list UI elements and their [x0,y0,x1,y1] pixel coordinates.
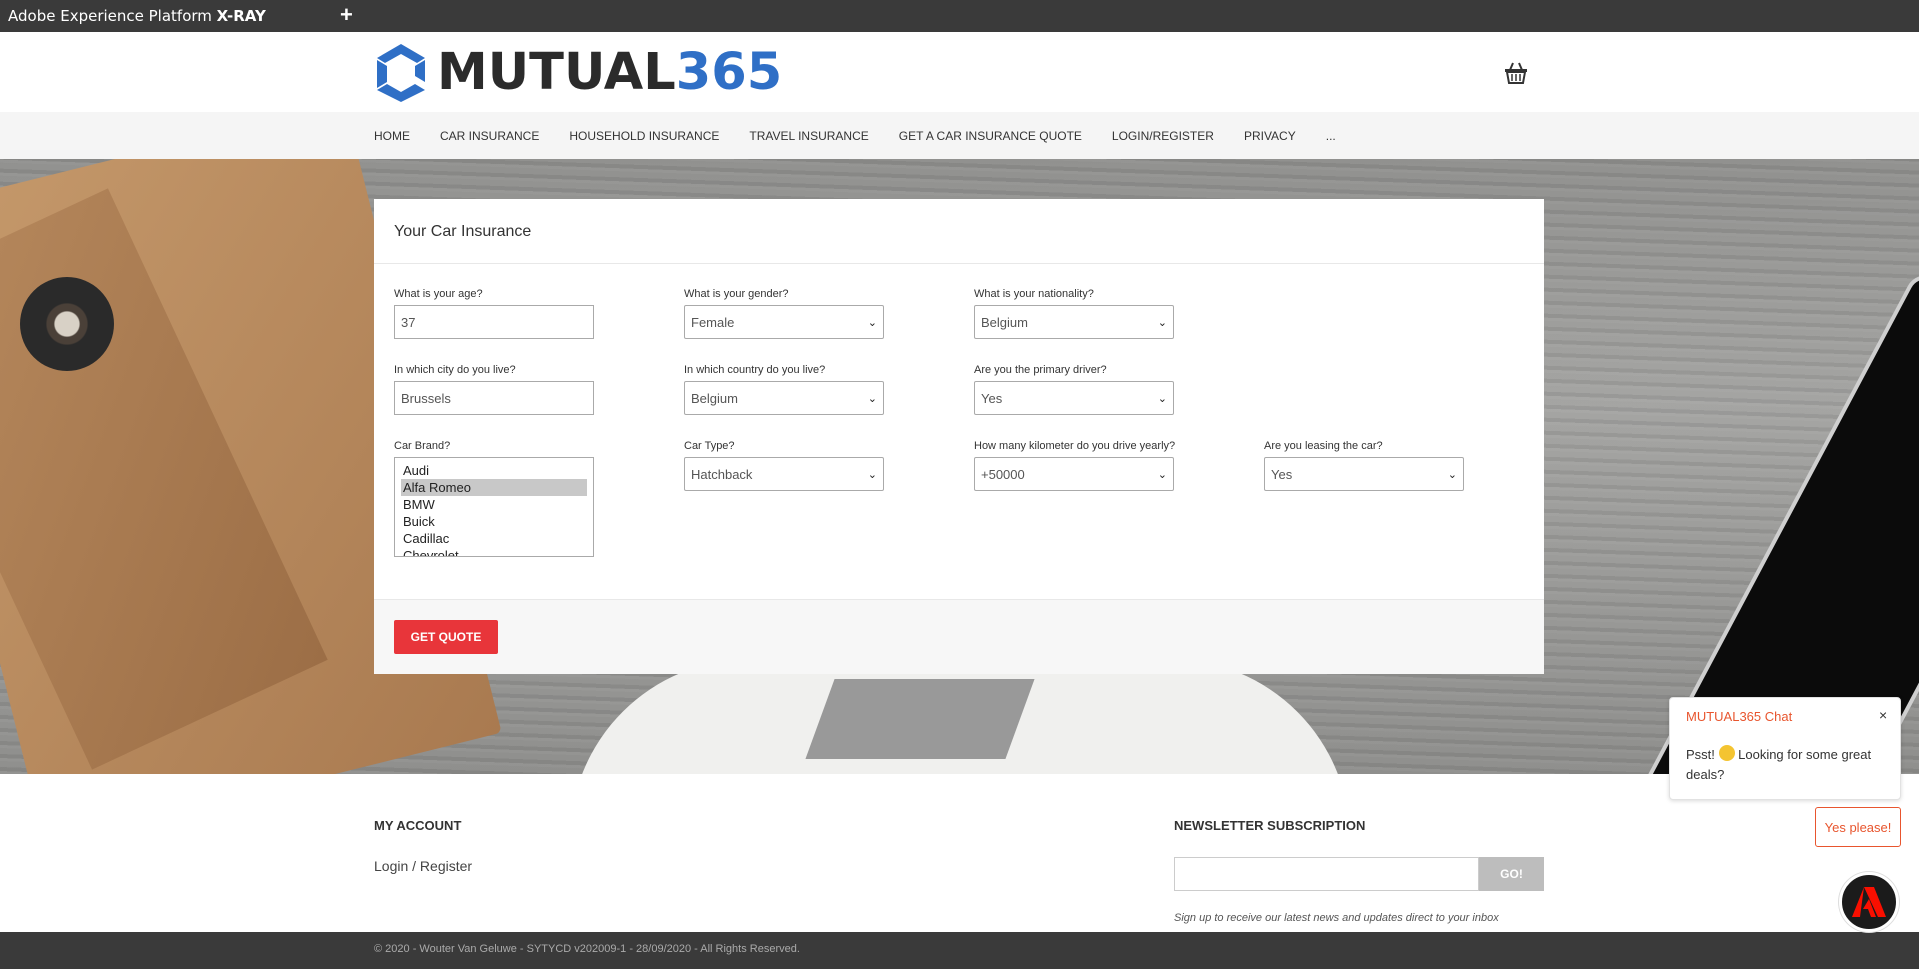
add-icon[interactable]: + [340,2,353,28]
country-value: Belgium [691,390,738,406]
chat-message-start: Psst! [1686,747,1719,762]
nav-item-household-insurance[interactable]: HOUSEHOLD INSURANCE [569,129,719,143]
car-type-field-group: Car Type? Hatchback ⌄ [684,440,884,491]
xray-title-bold: X-RAY [216,7,266,25]
leasing-field-group: Are you leasing the car? Yes ⌄ [1264,440,1464,491]
car-brand-label: Car Brand? [394,440,451,452]
close-icon[interactable]: × [1879,707,1887,723]
hero-paper-window [805,679,1035,759]
chat-message: Psst! Looking for some great deals? [1686,745,1886,785]
logo-mark-icon [377,44,425,102]
hero-eyelet [20,277,114,371]
nationality-label: What is your nationality? [974,288,1094,300]
car-type-label: Car Type? [684,440,735,452]
nav-item-login-register[interactable]: LOGIN/REGISTER [1112,129,1214,143]
nationality-field-group: What is your nationality? Belgium ⌄ [974,288,1174,339]
kilometers-value: +50000 [981,466,1025,482]
brand-logo[interactable]: MUTUAL365 [373,42,782,104]
kilometers-field-group: How many kilometer do you drive yearly? … [974,440,1175,491]
newsletter-heading: NEWSLETTER SUBSCRIPTION [1174,818,1366,833]
nav-item-more[interactable]: ... [1326,129,1336,143]
primary-driver-label: Are you the primary driver? [974,364,1107,376]
leasing-label: Are you leasing the car? [1264,440,1383,452]
get-quote-button[interactable]: GET QUOTE [394,620,498,654]
xray-title-prefix: Adobe Experience Platform [8,7,217,25]
shush-emoji-icon [1718,745,1735,761]
nav-item-car-quote[interactable]: GET A CAR INSURANCE QUOTE [899,129,1082,143]
kilometers-select[interactable]: +50000 ⌄ [974,457,1174,491]
city-input[interactable]: Brussels [394,381,594,415]
gender-select[interactable]: Female ⌄ [684,305,884,339]
chat-yes-button[interactable]: Yes please! [1815,807,1901,847]
city-field-group: In which city do you live? Brussels [394,364,594,415]
site-footer: MY ACCOUNT Login / Register NEWSLETTER S… [0,774,1919,932]
my-account-heading: MY ACCOUNT [374,818,462,833]
nav-item-privacy[interactable]: PRIVACY [1244,129,1296,143]
city-label: In which city do you live? [394,364,516,376]
leasing-select[interactable]: Yes ⌄ [1264,457,1464,491]
newsletter-email-input[interactable] [1174,857,1479,891]
chevron-down-icon: ⌄ [1157,316,1167,329]
car-brand-option[interactable]: Audi [401,462,587,479]
car-type-value: Hatchback [691,466,753,482]
primary-driver-field-group: Are you the primary driver? Yes ⌄ [974,364,1174,415]
car-brand-listbox[interactable]: Audi Alfa Romeo BMW Buick Cadillac Chevr… [394,457,594,557]
brand-name-dark: MUTUAL [437,43,676,102]
chevron-down-icon: ⌄ [867,392,877,405]
car-brand-option[interactable]: BMW [401,496,587,513]
age-field-group: What is your age? 37 [394,288,594,339]
main-nav: HOME CAR INSURANCE HOUSEHOLD INSURANCE T… [0,112,1919,159]
age-label: What is your age? [394,288,483,300]
car-type-select[interactable]: Hatchback ⌄ [684,457,884,491]
primary-driver-value: Yes [981,390,1003,406]
form-footer: GET QUOTE [374,599,1544,674]
copyright-text: © 2020 - Wouter Van Geluwe - SYTYCD v202… [374,943,800,955]
chevron-down-icon: ⌄ [1157,468,1167,481]
adobe-logo-icon [1852,887,1886,917]
basket-icon[interactable] [1502,59,1530,87]
nationality-select[interactable]: Belgium ⌄ [974,305,1174,339]
chat-title: MUTUAL365 Chat [1686,709,1793,724]
chevron-down-icon: ⌄ [1157,392,1167,405]
car-brand-option[interactable]: Buick [401,513,587,530]
form-divider [374,263,1544,264]
country-label: In which country do you live? [684,364,826,376]
car-insurance-form: Your Car Insurance What is your age? 37 … [374,199,1544,674]
adobe-chat-launcher[interactable] [1839,872,1899,932]
chevron-down-icon: ⌄ [867,468,877,481]
newsletter-go-button[interactable]: GO! [1479,857,1544,891]
age-value: 37 [401,314,416,330]
nav-item-home[interactable]: HOME [374,129,410,143]
site-header: MUTUAL365 [0,32,1919,112]
login-register-link[interactable]: Login / Register [374,858,472,874]
kilometers-label: How many kilometer do you drive yearly? [974,440,1176,452]
chevron-down-icon: ⌄ [1447,468,1457,481]
primary-driver-select[interactable]: Yes ⌄ [974,381,1174,415]
nationality-value: Belgium [981,314,1028,330]
copyright-bar: © 2020 - Wouter Van Geluwe - SYTYCD v202… [0,932,1919,969]
country-select[interactable]: Belgium ⌄ [684,381,884,415]
form-title: Your Car Insurance [394,223,532,240]
gender-label: What is your gender? [684,288,789,300]
xray-title: Adobe Experience Platform X-RAY [0,7,266,25]
gender-value: Female [691,314,735,330]
xray-toolbar: Adobe Experience Platform X-RAY + [0,0,1919,32]
chat-popup: MUTUAL365 Chat × Psst! Looking for some … [1669,697,1901,800]
car-brand-option[interactable]: Cadillac [401,530,587,547]
gender-field-group: What is your gender? Female ⌄ [684,288,884,339]
newsletter-note: Sign up to receive our latest news and u… [1174,912,1499,924]
city-value: Brussels [401,390,451,406]
car-brand-option-selected[interactable]: Alfa Romeo [401,479,587,496]
country-field-group: In which country do you live? Belgium ⌄ [684,364,884,415]
car-brand-field-group: Car Brand? Audi Alfa Romeo BMW Buick Cad… [394,440,594,557]
nav-item-car-insurance[interactable]: CAR INSURANCE [440,129,539,143]
leasing-value: Yes [1271,466,1293,482]
brand-name-blue: 365 [675,43,783,102]
chevron-down-icon: ⌄ [867,316,877,329]
brand-name: MUTUAL365 [437,42,782,104]
nav-item-travel-insurance[interactable]: TRAVEL INSURANCE [749,129,868,143]
car-brand-option[interactable]: Chevrolet [401,547,587,556]
age-input[interactable]: 37 [394,305,594,339]
